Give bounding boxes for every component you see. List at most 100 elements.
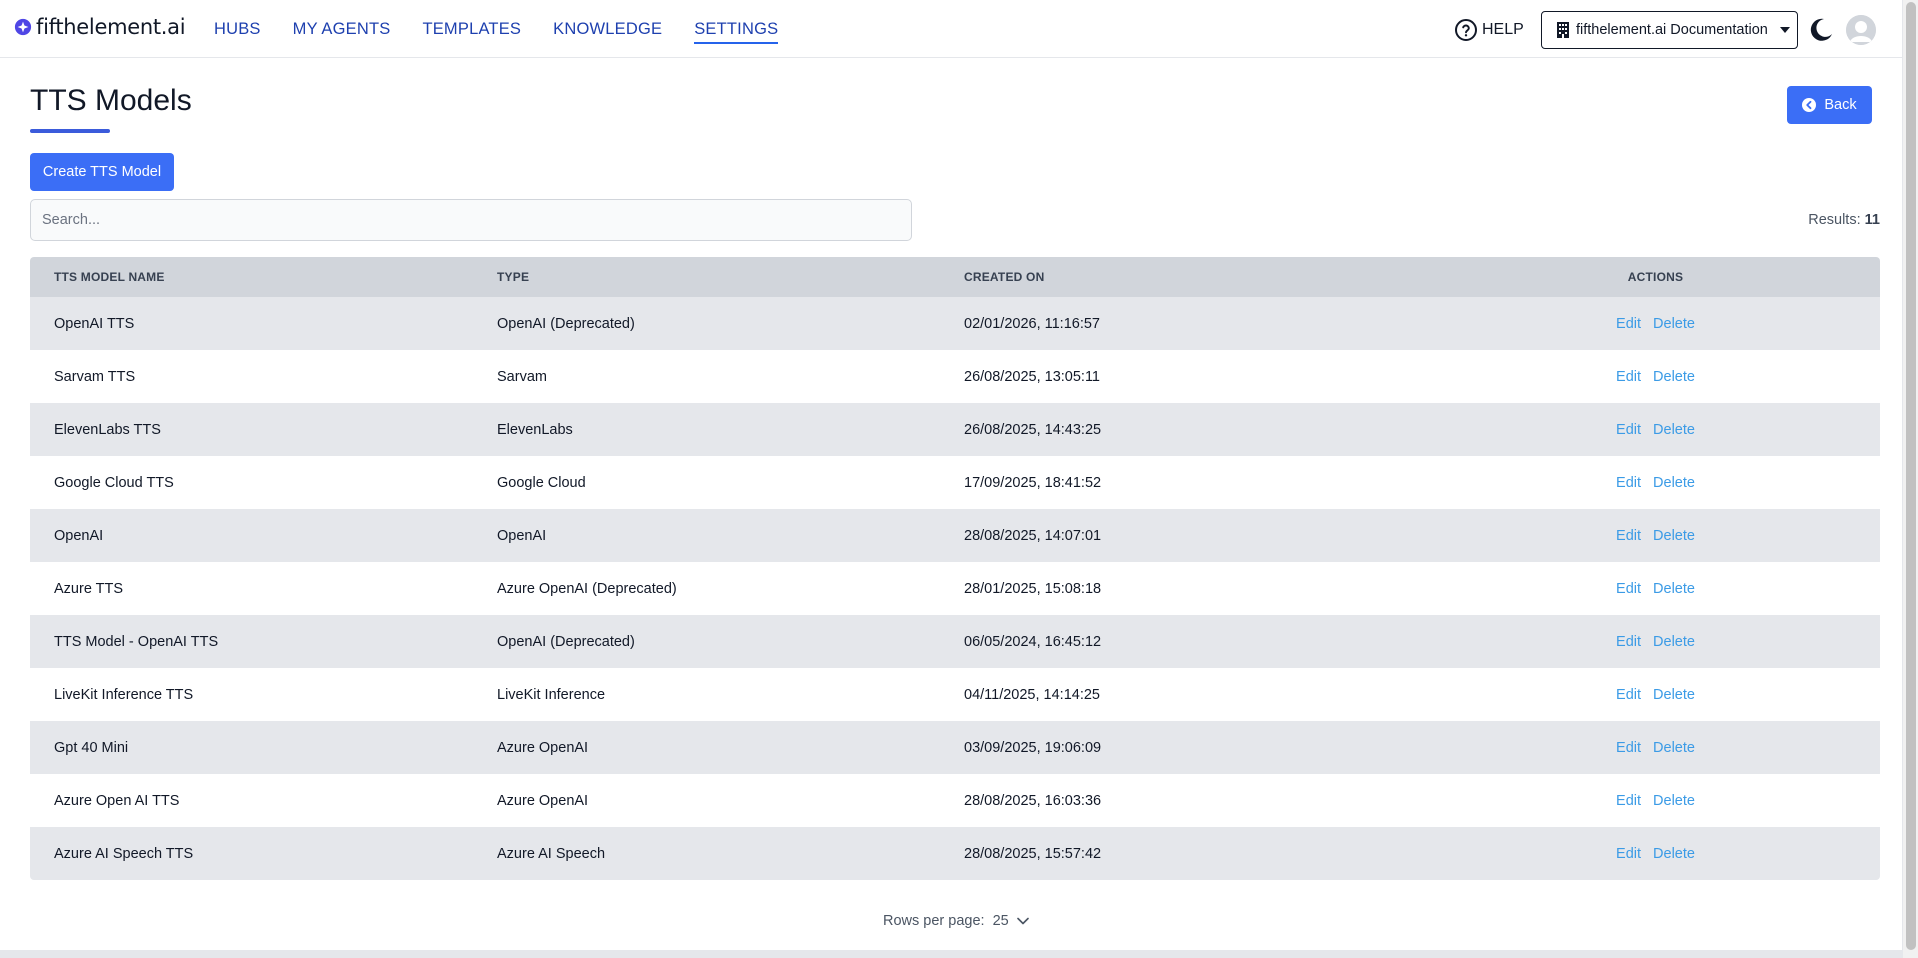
create-tts-model-button[interactable]: Create TTS Model (30, 153, 174, 191)
cell-created-on: 17/09/2025, 18:41:52 (964, 474, 1102, 491)
table-row: Azure Open AI TTS Azure OpenAI 28/08/2025,… (30, 774, 1880, 827)
edit-link[interactable]: Edit (1616, 422, 1641, 438)
delete-link[interactable]: Delete (1653, 369, 1695, 385)
search-input[interactable] (30, 199, 912, 241)
delete-link[interactable]: Delete (1653, 740, 1695, 756)
results-count: Results: 11 (1808, 212, 1880, 228)
nav-templates[interactable]: TEMPLATES (422, 20, 521, 44)
delete-link[interactable]: Delete (1653, 581, 1695, 597)
cell-model-name: Azure TTS (54, 580, 124, 597)
rows-per-page-select[interactable]: 25 (993, 913, 1029, 929)
column-header-name[interactable]: TTS MODEL NAME (30, 270, 497, 284)
cell-type: Azure OpenAI (497, 739, 589, 756)
logo-mark-icon (14, 18, 32, 36)
organization-dropdown[interactable]: fifthelement.ai Documentation (1541, 11, 1798, 49)
column-header-actions: ACTIONS (1627, 270, 1684, 284)
edit-link[interactable]: Edit (1616, 316, 1641, 332)
scrollbar-thumb[interactable] (1906, 2, 1916, 950)
cell-actions: Edit Delete (1431, 369, 1880, 385)
cell-actions: Edit Delete (1431, 793, 1880, 809)
edit-link[interactable]: Edit (1616, 369, 1641, 385)
delete-link[interactable]: Delete (1653, 687, 1695, 703)
results-label: Results: (1808, 212, 1861, 228)
page: fifthelement.ai HUBS MY AGENTS TEMPLATES… (0, 0, 1918, 958)
nav-hubs[interactable]: HUBS (214, 20, 261, 44)
table-row: Azure TTS Azure OpenAI (Deprecated) 28/01/… (30, 562, 1880, 615)
cell-model-name: Gpt 40 Mini (54, 739, 129, 756)
edit-link[interactable]: Edit (1616, 687, 1641, 703)
cell-created-on: 06/05/2024, 16:45:12 (964, 633, 1102, 650)
building-icon (1557, 22, 1569, 38)
cell-actions: Edit Delete (1431, 740, 1880, 756)
cell-type: Azure AI Speech (497, 845, 606, 862)
arrow-left-circle-icon (1802, 98, 1817, 112)
cell-type: LiveKit Inference (497, 686, 606, 703)
edit-link[interactable]: Edit (1616, 740, 1641, 756)
nav-my-agents[interactable]: MY AGENTS (293, 20, 391, 44)
edit-link[interactable]: Edit (1616, 581, 1641, 597)
vertical-scrollbar[interactable] (1902, 0, 1918, 958)
cell-model-name: Google Cloud TTS (54, 474, 174, 491)
organization-label: fifthelement.ai Documentation (1576, 22, 1768, 38)
brand-name: fifthelement.ai (36, 15, 186, 39)
delete-link[interactable]: Delete (1653, 422, 1695, 438)
help-button[interactable]: HELP (1454, 18, 1524, 42)
cell-model-name: LiveKit Inference TTS (54, 686, 194, 703)
cell-created-on: 03/09/2025, 19:06:09 (964, 739, 1102, 756)
cell-model-name: Azure Open AI TTS (54, 792, 180, 809)
top-navbar: fifthelement.ai HUBS MY AGENTS TEMPLATES… (0, 0, 1902, 58)
nav-knowledge[interactable]: KNOWLEDGE (553, 20, 662, 44)
cell-type: Azure OpenAI (Deprecated) (497, 580, 677, 597)
cell-model-name: OpenAI (54, 527, 104, 544)
cell-actions: Edit Delete (1431, 422, 1880, 438)
table-row: Google Cloud TTS Google Cloud 17/09/2025, … (30, 456, 1880, 509)
cell-created-on: 28/08/2025, 15:57:42 (964, 845, 1102, 862)
cell-model-name: TTS Model - OpenAI TTS (54, 633, 219, 650)
help-label: HELP (1482, 21, 1524, 38)
cell-type: Google Cloud (497, 474, 586, 491)
brand-logo[interactable]: fifthelement.ai (14, 15, 186, 39)
cell-created-on: 02/01/2026, 11:16:57 (964, 315, 1100, 332)
user-silhouette-icon (1846, 15, 1876, 45)
edit-link[interactable]: Edit (1616, 528, 1641, 544)
cell-actions: Edit Delete (1431, 846, 1880, 862)
cell-created-on: 04/11/2025, 14:14:25 (964, 686, 1100, 703)
user-avatar[interactable] (1846, 15, 1876, 45)
table-row: TTS Model - OpenAI TTS OpenAI (Deprecated… (30, 615, 1880, 668)
dark-mode-moon-icon[interactable] (1808, 17, 1834, 43)
edit-link[interactable]: Edit (1616, 846, 1641, 862)
back-label: Back (1824, 97, 1857, 113)
cell-type: ElevenLabs (497, 421, 573, 438)
cell-model-name: Sarvam TTS (54, 368, 136, 385)
horizontal-scrollbar[interactable] (0, 950, 1902, 958)
cell-created-on: 28/08/2025, 14:07:01 (964, 527, 1102, 544)
table-row: OpenAI OpenAI 28/08/2025, 14:07:01 Edit Dele… (30, 509, 1880, 562)
rows-per-page-value: 25 (992, 913, 1009, 929)
edit-link[interactable]: Edit (1616, 634, 1641, 650)
table-row: LiveKit Inference TTS LiveKit Inference 04… (30, 668, 1880, 721)
cell-actions: Edit Delete (1431, 475, 1880, 491)
cell-actions: Edit Delete (1431, 316, 1880, 332)
edit-link[interactable]: Edit (1616, 475, 1641, 491)
delete-link[interactable]: Delete (1653, 846, 1695, 862)
nav-settings[interactable]: SETTINGS (694, 20, 779, 44)
delete-link[interactable]: Delete (1653, 316, 1695, 332)
back-button[interactable]: Back (1787, 86, 1872, 124)
cell-model-name: ElevenLabs TTS (54, 421, 161, 438)
cell-created-on: 28/01/2025, 15:08:18 (964, 580, 1102, 597)
main-nav: HUBS MY AGENTS TEMPLATES KNOWLEDGE SETTI… (214, 20, 810, 44)
cell-actions: Edit Delete (1431, 634, 1880, 650)
table-row: Gpt 40 Mini Azure OpenAI 03/09/2025, 19:06… (30, 721, 1880, 774)
delete-link[interactable]: Delete (1653, 528, 1695, 544)
delete-link[interactable]: Delete (1653, 475, 1695, 491)
pagination: Rows per page: 25 (883, 913, 1029, 929)
rows-per-page-label: Rows per page: (883, 913, 985, 929)
edit-link[interactable]: Edit (1616, 793, 1641, 809)
table-row: Sarvam TTS Sarvam 26/08/2025, 13:05:11 Edit… (30, 350, 1880, 403)
column-header-type[interactable]: TYPE (497, 270, 964, 284)
delete-link[interactable]: Delete (1653, 634, 1695, 650)
cell-created-on: 26/08/2025, 13:05:11 (964, 368, 1100, 385)
column-header-created-on[interactable]: CREATED ON (964, 270, 1431, 284)
delete-link[interactable]: Delete (1653, 793, 1695, 809)
tts-models-table: TTS MODEL NAME TYPE CREATED ON ACTIONS O… (30, 257, 1880, 880)
